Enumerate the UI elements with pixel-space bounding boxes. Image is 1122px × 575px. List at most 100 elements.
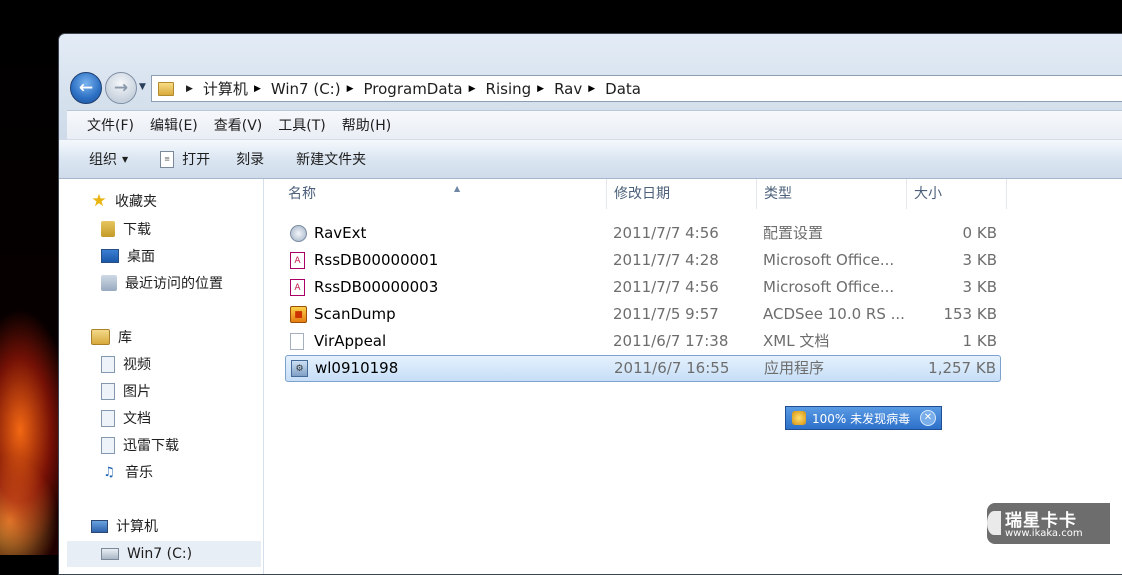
watermark: 瑞星卡卡 www.ikaka.com [987, 503, 1110, 544]
address-row: ← → ▼ ▶ 计算机 ▶ Win7 (C:) ▶ ProgramData ▶ Ris… [59, 34, 1122, 104]
file-size: 3 KB [962, 251, 997, 269]
nav-label: 文档 [123, 411, 151, 427]
music-note-icon: ♫ [103, 464, 115, 480]
file-date: 2011/6/7 16:55 [614, 359, 730, 377]
nav-recent-places[interactable]: 最近访问的位置 [101, 273, 223, 293]
chevron-right-icon[interactable]: ▶ [537, 84, 544, 94]
file-row[interactable]: VirAppeal 2011/6/7 17:38 XML 文档 1 KB [285, 329, 1001, 354]
back-button[interactable]: ← [70, 72, 102, 104]
menu-tools[interactable]: 工具(T) [270, 115, 333, 135]
nav-drive-c[interactable]: Win7 (C:) [67, 541, 261, 567]
breadcrumb-label: Win7 (C:) [270, 79, 341, 98]
config-file-icon [290, 225, 307, 242]
organize-button[interactable]: 组织 ▼ [79, 140, 138, 178]
navigation-pane: ★ 收藏夹 下载 桌面 最近访问的位置 库 视频 图片 文档 迅雷下载 ♫ 音乐 计… [59, 179, 264, 574]
watermark-url: www.ikaka.com [1005, 528, 1083, 539]
breadcrumb-label: ProgramData [363, 79, 463, 98]
nav-label: 视频 [123, 357, 151, 373]
nav-videos[interactable]: 视频 [101, 354, 151, 374]
file-type: ACDSee 10.0 RS ... [763, 305, 905, 323]
file-name: ScanDump [314, 305, 396, 323]
file-row[interactable]: ■ ScanDump 2011/7/5 9:57 ACDSee 10.0 RS … [285, 302, 1001, 327]
scan-status-badge[interactable]: 100% 未发现病毒 ✕ [785, 406, 942, 430]
menu-view[interactable]: 查看(V) [206, 115, 271, 135]
download-library-icon [101, 436, 115, 454]
scan-status-text: 100% 未发现病毒 [812, 411, 911, 426]
breadcrumb-label: Data [605, 79, 641, 98]
nav-label: 图片 [123, 384, 151, 400]
menu-help[interactable]: 帮助(H) [334, 115, 399, 135]
breadcrumb-rising[interactable]: Rising ▶ [486, 80, 555, 98]
forward-button[interactable]: → [105, 72, 137, 104]
chevron-right-icon[interactable]: ▶ [588, 84, 595, 94]
office-file-icon: A [290, 279, 305, 296]
nav-label: 最近访问的位置 [125, 276, 223, 292]
file-type: 应用程序 [764, 359, 825, 377]
chevron-right-icon[interactable]: ▶ [347, 84, 354, 94]
acdsee-file-icon: ■ [290, 306, 307, 323]
nav-label: 计算机 [116, 519, 158, 535]
column-label: 类型 [764, 186, 792, 202]
nav-favorites[interactable]: ★ 收藏夹 [91, 191, 157, 211]
explorer-window: ← → ▼ ▶ 计算机 ▶ Win7 (C:) ▶ ProgramData ▶ Ris… [58, 33, 1122, 575]
file-type: XML 文档 [763, 332, 830, 350]
nav-label: 库 [118, 330, 132, 346]
nav-xunlei-downloads[interactable]: 迅雷下载 [101, 435, 179, 455]
computer-icon [91, 519, 108, 533]
office-file-icon: A [290, 252, 305, 269]
star-icon: ★ [91, 191, 107, 211]
new-folder-button[interactable]: 新建文件夹 [286, 140, 376, 178]
close-icon[interactable]: ✕ [920, 410, 936, 426]
column-header-date[interactable]: 修改日期 [607, 179, 757, 209]
file-row[interactable]: RavExt 2011/7/7 4:56 配置设置 0 KB [285, 221, 1001, 246]
breadcrumb-programdata[interactable]: ProgramData ▶ [364, 80, 486, 98]
column-header-name[interactable]: ▲ 名称 [281, 179, 607, 209]
burn-label: 刻录 [236, 152, 265, 168]
caret-down-icon: ▼ [122, 154, 129, 164]
video-library-icon [101, 355, 115, 373]
menu-edit[interactable]: 编辑(E) [142, 115, 206, 135]
nav-computer[interactable]: 计算机 [91, 516, 158, 536]
breadcrumb-rav[interactable]: Rav ▶ [554, 80, 605, 98]
breadcrumb-drive[interactable]: Win7 (C:) ▶ [271, 80, 364, 98]
nav-downloads[interactable]: 下载 [101, 219, 151, 239]
file-date: 2011/7/7 4:56 [613, 278, 719, 296]
file-row-selected[interactable]: ⚙ wl0910198 2011/6/7 16:55 应用程序 1,257 KB [285, 355, 1001, 382]
nav-label: 音乐 [125, 465, 153, 481]
file-row[interactable]: A RssDB00000001 2011/7/7 4:28 Microsoft … [285, 248, 1001, 273]
file-type: 配置设置 [763, 224, 824, 242]
drive-icon [101, 548, 119, 560]
address-bar[interactable]: ▶ 计算机 ▶ Win7 (C:) ▶ ProgramData ▶ Rising ▶ R… [151, 75, 1122, 102]
breadcrumb-computer[interactable]: 计算机 ▶ [203, 78, 271, 99]
nav-documents[interactable]: 文档 [101, 408, 151, 428]
nav-pictures[interactable]: 图片 [101, 381, 151, 401]
folder-icon [158, 81, 174, 96]
file-size: 1 KB [962, 332, 997, 350]
nav-drive-item: Win7 (C:) [101, 546, 192, 562]
file-name: wl0910198 [315, 359, 399, 377]
file-size: 0 KB [962, 224, 997, 242]
arrow-right-icon: → [113, 78, 129, 98]
file-row[interactable]: A RssDB00000003 2011/7/7 4:56 Microsoft … [285, 275, 1001, 300]
open-button[interactable]: ≡ 打开 [150, 140, 220, 178]
nav-music[interactable]: ♫ 音乐 [101, 462, 153, 482]
file-type: Microsoft Office... [763, 251, 895, 269]
breadcrumb-data[interactable]: Data [605, 80, 641, 98]
column-header-type[interactable]: 类型 [757, 179, 907, 209]
nav-libraries[interactable]: 库 [91, 327, 132, 347]
chevron-right-icon[interactable]: ▶ [469, 84, 476, 94]
desktop-icon [101, 249, 119, 263]
file-date: 2011/7/5 9:57 [613, 305, 719, 323]
menu-bar: 文件(F) 编辑(E) 查看(V) 工具(T) 帮助(H) [67, 110, 1122, 140]
open-label: 打开 [182, 152, 211, 168]
file-date: 2011/7/7 4:56 [613, 224, 719, 242]
menu-file[interactable]: 文件(F) [79, 115, 142, 135]
recent-places-icon [101, 275, 117, 291]
file-name: VirAppeal [314, 332, 387, 350]
burn-button[interactable]: 刻录 [226, 140, 274, 178]
breadcrumb-label: Rising [485, 79, 532, 98]
nav-desktop[interactable]: 桌面 [101, 246, 155, 266]
column-header-size[interactable]: 大小 [907, 179, 1007, 209]
chevron-right-icon[interactable]: ▶ [254, 84, 261, 94]
recent-pages-dropdown[interactable]: ▼ [139, 82, 146, 92]
